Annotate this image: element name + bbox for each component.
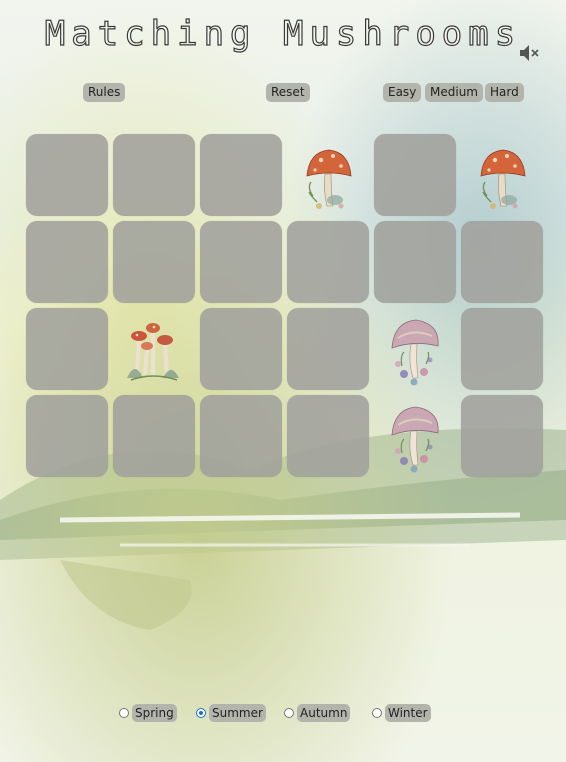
card-face-down[interactable] [461, 221, 543, 303]
card-face-down[interactable] [26, 221, 108, 303]
season-selector: Spring Summer Autumn Winter [0, 703, 566, 723]
card-face-down[interactable] [374, 221, 456, 303]
season-label-spring: Spring [132, 704, 177, 722]
card-purple-mushroom[interactable] [374, 308, 456, 390]
card-face-down[interactable] [26, 134, 108, 216]
radio-winter[interactable] [372, 708, 382, 718]
card-red-mushroom[interactable] [287, 134, 369, 216]
radio-spring[interactable] [119, 708, 129, 718]
season-label-winter: Winter [385, 704, 431, 722]
season-label-summer: Summer [209, 704, 266, 722]
card-face-down[interactable] [113, 134, 195, 216]
card-face-down[interactable] [200, 134, 282, 216]
card-face-down[interactable] [374, 134, 456, 216]
card-face-down[interactable] [461, 308, 543, 390]
purple-mushroom-icon [374, 395, 456, 477]
radio-autumn[interactable] [284, 708, 294, 718]
purple-mushroom-icon [374, 308, 456, 390]
red-mushroom-icon [461, 134, 543, 216]
radio-summer[interactable] [196, 708, 206, 718]
card-face-down[interactable] [287, 308, 369, 390]
season-option-autumn[interactable]: Autumn [284, 703, 351, 723]
card-face-down[interactable] [287, 395, 369, 477]
mushroom-cluster-icon [113, 308, 195, 390]
speaker-muted-icon[interactable] [518, 42, 542, 64]
card-red-mushroom[interactable] [461, 134, 543, 216]
card-face-down[interactable] [200, 308, 282, 390]
card-face-down[interactable] [26, 395, 108, 477]
card-mushroom-cluster[interactable] [113, 308, 195, 390]
card-face-down[interactable] [26, 308, 108, 390]
season-option-winter[interactable]: Winter [372, 703, 431, 723]
rules-button[interactable]: Rules [83, 83, 126, 102]
card-face-down[interactable] [113, 221, 195, 303]
card-purple-mushroom[interactable] [374, 395, 456, 477]
reset-button[interactable]: Reset [266, 83, 310, 102]
card-face-down[interactable] [113, 395, 195, 477]
season-option-summer[interactable]: Summer [196, 703, 266, 723]
card-face-down[interactable] [461, 395, 543, 477]
card-face-down[interactable] [287, 221, 369, 303]
season-option-spring[interactable]: Spring [119, 703, 177, 723]
hard-button[interactable]: Hard [485, 83, 524, 102]
card-face-down[interactable] [200, 395, 282, 477]
season-label-autumn: Autumn [297, 704, 351, 722]
easy-button[interactable]: Easy [383, 83, 422, 102]
red-mushroom-icon [287, 134, 369, 216]
game-title: Matching Mushrooms [44, 13, 522, 54]
card-face-down[interactable] [200, 221, 282, 303]
medium-button[interactable]: Medium [425, 83, 483, 102]
